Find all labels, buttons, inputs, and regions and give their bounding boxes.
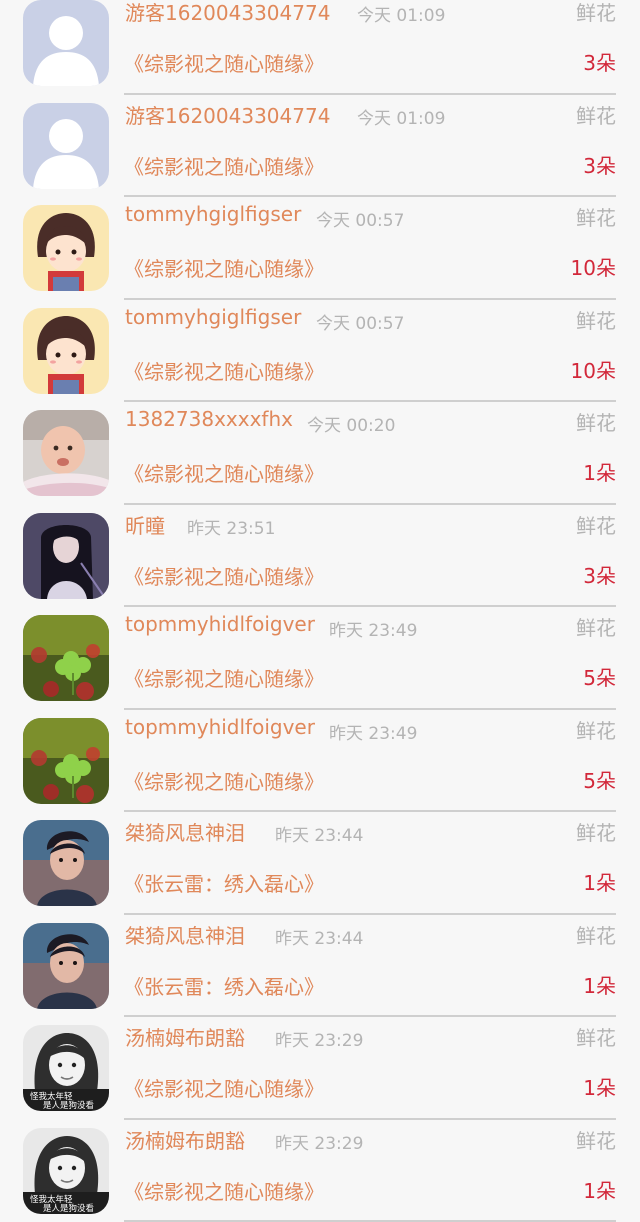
list-item[interactable]: 游客1620043304774 今天 01:09 鲜花《综影视之随心随缘》 3朵 [0,0,640,95]
list-item[interactable]: tommyhgiglfigser 今天 00:57 鲜花《综影视之随心随缘》 10朵 [0,300,640,403]
user-avatar[interactable] [23,513,109,599]
reward-time: 今天 00:20 [307,411,395,436]
book-title-link[interactable]: 《综影视之随心随缘》 [124,253,324,282]
gift-type-label: 鲜花 [576,0,616,26]
gift-type-label: 鲜花 [576,715,616,744]
reward-time: 昨天 23:49 [329,616,417,641]
user-avatar[interactable] [23,410,109,496]
reward-time: 昨天 23:29 [275,1129,363,1154]
list-item[interactable]: 怪我太年轻是人是狗没看汤楠姆布朗豁 昨天 23:29 鲜花《综影视之随心随缘》 1朵 [0,1120,640,1222]
book-title-link[interactable]: 《综影视之随心随缘》 [124,1073,324,1102]
user-name[interactable]: 1382738xxxxfhx [125,407,293,431]
book-title-link[interactable]: 《综影视之随心随缘》 [124,48,324,77]
user-avatar[interactable] [23,923,109,1009]
list-item[interactable]: tommyhgiglfigser 今天 00:57 鲜花《综影视之随心随缘》 10朵 [0,197,640,300]
book-title-link[interactable]: 《张云雷：绣入磊心》 [124,971,324,1000]
gift-count: 1朵 [583,1175,616,1204]
reward-time: 今天 01:09 [357,104,445,129]
book-title-link[interactable]: 《综影视之随心随缘》 [124,766,324,795]
gift-type-label: 鲜花 [576,612,616,641]
gift-count: 1朵 [583,1072,616,1101]
user-name[interactable]: 游客1620043304774 [125,0,330,26]
gift-count: 5朵 [583,662,616,691]
reward-time: 昨天 23:44 [275,924,363,949]
gift-type-label: 鲜花 [576,920,616,949]
gift-type-label: 鲜花 [576,817,616,846]
gift-type-label: 鲜花 [576,1125,616,1154]
gift-count: 1朵 [583,457,616,486]
book-title-link[interactable]: 《综影视之随心随缘》 [124,1176,324,1205]
book-title-link[interactable]: 《综影视之随心随缘》 [124,561,324,590]
user-name[interactable]: topmmyhidlfoigver [125,715,315,739]
list-item[interactable]: topmmyhidlfoigver 昨天 23:49 鲜花《综影视之随心随缘》 5朵 [0,607,640,710]
user-name[interactable]: tommyhgiglfigser [125,202,301,226]
list-item[interactable]: 怪我太年轻是人是狗没看汤楠姆布朗豁 昨天 23:29 鲜花《综影视之随心随缘》 1朵 [0,1017,640,1120]
book-title-link[interactable]: 《综影视之随心随缘》 [124,151,324,180]
user-name[interactable]: 桀猗风息神泪 [125,817,245,846]
user-avatar[interactable] [23,308,109,394]
user-avatar[interactable] [23,0,109,86]
svg-text:是人是狗没看: 是人是狗没看 [43,1203,94,1214]
list-item[interactable]: 桀猗风息神泪 昨天 23:44 鲜花《张云雷：绣入磊心》 1朵 [0,812,640,915]
user-name[interactable]: 汤楠姆布朗豁 [125,1125,245,1154]
gift-count: 3朵 [583,150,616,179]
user-name[interactable]: 游客1620043304774 [125,100,330,129]
gift-type-label: 鲜花 [576,1022,616,1051]
user-avatar[interactable] [23,205,109,291]
user-avatar[interactable] [23,103,109,189]
book-title-link[interactable]: 《综影视之随心随缘》 [124,458,324,487]
user-name[interactable]: topmmyhidlfoigver [125,612,315,636]
reward-time: 昨天 23:29 [275,1026,363,1051]
user-name[interactable]: 桀猗风息神泪 [125,920,245,949]
gift-count: 3朵 [583,560,616,589]
user-name[interactable]: tommyhgiglfigser [125,305,301,329]
user-avatar[interactable] [23,615,109,701]
book-title-link[interactable]: 《综影视之随心随缘》 [124,356,324,385]
gift-type-label: 鲜花 [576,100,616,129]
reward-list: 游客1620043304774今天 01:09鲜花《综影视之随心随缘》3朵游客1… [0,0,640,1222]
gift-count: 5朵 [583,765,616,794]
reward-time: 今天 01:09 [357,1,445,26]
book-title-link[interactable]: 《综影视之随心随缘》 [124,663,324,692]
reward-time: 昨天 23:49 [329,719,417,744]
gift-count: 10朵 [571,355,616,384]
svg-text:是人是狗没看: 是人是狗没看 [43,1100,94,1111]
reward-time: 昨天 23:44 [275,821,363,846]
reward-time: 昨天 23:51 [187,514,275,539]
list-item[interactable]: 昕瞳昨天 23:51 鲜花《综影视之随心随缘》 3朵 [0,505,640,608]
book-title-link[interactable]: 《张云雷：绣入磊心》 [124,868,324,897]
list-item[interactable]: topmmyhidlfoigver 昨天 23:49 鲜花《综影视之随心随缘》 5朵 [0,710,640,813]
reward-time: 今天 00:57 [316,309,404,334]
gift-count: 3朵 [583,47,616,76]
gift-type-label: 鲜花 [576,305,616,334]
gift-type-label: 鲜花 [576,407,616,436]
gift-count: 10朵 [571,252,616,281]
gift-count: 1朵 [583,970,616,999]
user-avatar[interactable] [23,718,109,804]
user-avatar[interactable] [23,820,109,906]
reward-time: 今天 00:57 [316,206,404,231]
gift-count: 1朵 [583,867,616,896]
user-name[interactable]: 汤楠姆布朗豁 [125,1022,245,1051]
user-name[interactable]: 昕瞳 [125,510,165,539]
user-avatar[interactable]: 怪我太年轻是人是狗没看 [23,1025,109,1111]
list-item[interactable]: 桀猗风息神泪 昨天 23:44 鲜花《张云雷：绣入磊心》 1朵 [0,915,640,1018]
gift-type-label: 鲜花 [576,202,616,231]
list-item[interactable]: 游客1620043304774 今天 01:09 鲜花《综影视之随心随缘》 3朵 [0,95,640,198]
user-avatar[interactable]: 怪我太年轻是人是狗没看 [23,1128,109,1214]
gift-type-label: 鲜花 [576,510,616,539]
list-item[interactable]: 1382738xxxxfhx 今天 00:20 鲜花《综影视之随心随缘》 1朵 [0,402,640,505]
